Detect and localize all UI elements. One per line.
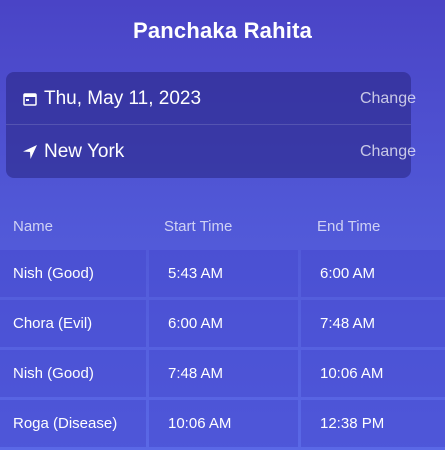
table-header: Name Start Time End Time	[0, 218, 445, 238]
settings-divider	[6, 124, 411, 125]
date-row[interactable]: Thu, May 11, 2023 Change	[6, 72, 416, 125]
header-name: Name	[13, 218, 54, 235]
location-row[interactable]: New York Change	[6, 125, 416, 178]
row-name: Roga (Disease)	[0, 400, 146, 447]
page-title: Panchaka Rahita	[132, 18, 313, 43]
row-name: Nish (Good)	[0, 350, 146, 397]
row-end-time: 10:06 AM	[301, 350, 445, 397]
table-row: Nish (Good) 7:48 AM 10:06 AM	[0, 350, 445, 397]
row-start-time: 6:00 AM	[149, 300, 298, 347]
selected-location: New York	[44, 140, 125, 162]
change-date-button[interactable]: Change	[346, 90, 416, 108]
row-start-time: 7:48 AM	[149, 350, 298, 397]
row-name: Chora (Evil)	[0, 300, 146, 347]
row-start-time: 5:43 AM	[149, 250, 298, 297]
header-start-time: Start Time	[164, 218, 233, 235]
row-start-time: 10:06 AM	[149, 400, 298, 447]
location-arrow-icon	[22, 144, 38, 160]
header-end-time: End Time	[317, 218, 381, 235]
calendar-icon	[22, 91, 38, 107]
settings-card: Thu, May 11, 2023 Change New York Change	[6, 72, 416, 178]
row-end-time: 6:00 AM	[301, 250, 445, 297]
selected-date: Thu, May 11, 2023	[44, 87, 202, 109]
row-end-time: 7:48 AM	[301, 300, 445, 347]
table-row: Nish (Good) 5:43 AM 6:00 AM	[0, 250, 445, 297]
row-name: Nish (Good)	[0, 250, 146, 297]
row-end-time: 12:38 PM	[301, 400, 445, 447]
table-row: Roga (Disease) 10:06 AM 12:38 PM	[0, 400, 445, 447]
table-row: Chora (Evil) 6:00 AM 7:48 AM	[0, 300, 445, 347]
change-location-button[interactable]: Change	[346, 143, 416, 161]
